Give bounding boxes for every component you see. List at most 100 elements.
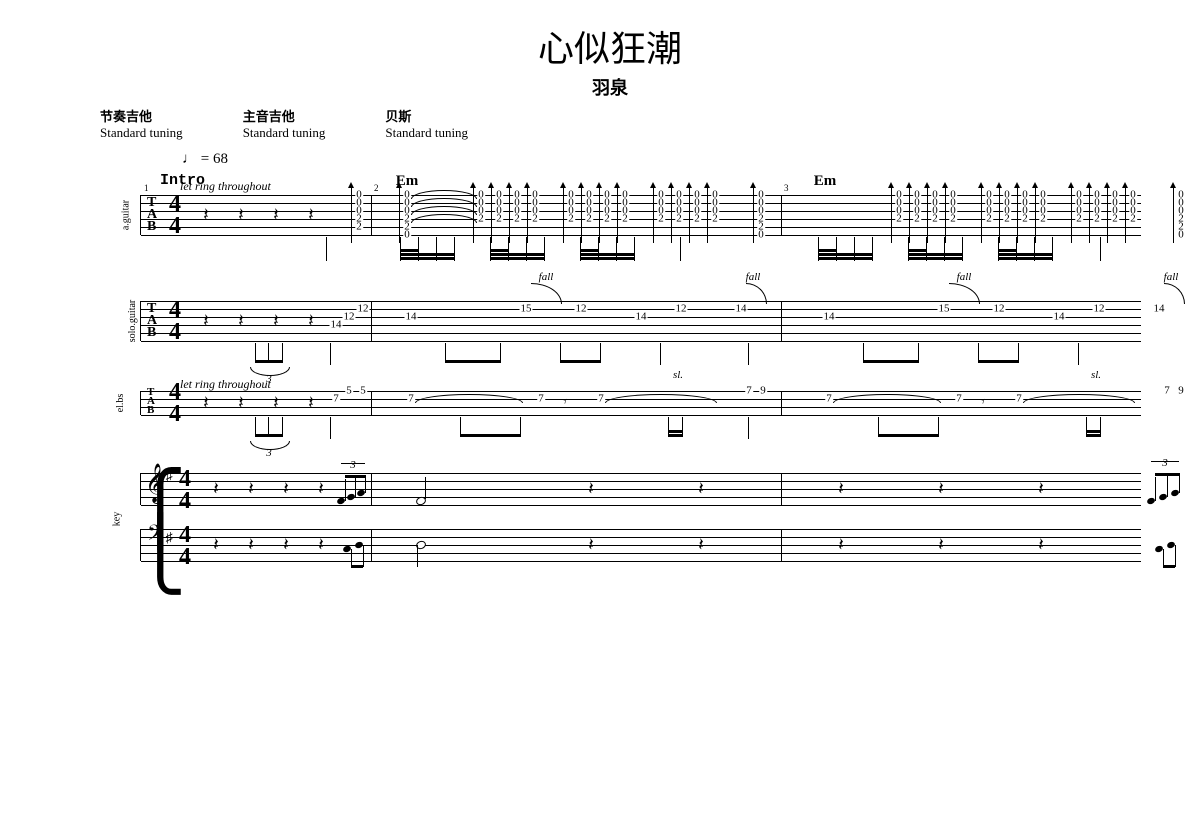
instr-label-cn: 贝斯 [385,106,468,125]
fret-number: 12 [343,312,356,323]
strum-up-icon [581,187,582,243]
strum-up-icon [945,187,946,243]
sharp-icon: ♯ [166,531,173,547]
fret-number: 7 [537,394,545,405]
fret-number: 2 [603,214,611,225]
fret-number: 2 [495,214,503,225]
strum-up-icon [981,187,982,243]
strum-up-icon [909,187,910,243]
quarter-rest-icon: 𝄽 [283,479,289,500]
fret-number: 7 [1163,386,1171,397]
slide-label: sl. [1091,369,1101,381]
fret-number: 2 [621,214,629,225]
fret-number: 2 [477,214,485,225]
fall-curve [949,283,980,304]
fret-number: 12 [993,304,1006,315]
strum-up-icon [653,187,654,243]
bar-number: 2 [374,183,379,193]
strum-up-icon [617,187,618,243]
tab-staff: a.guitar TAB 44 2 3 𝄽 𝄽 𝄽 𝄽 0 0 [140,195,1140,235]
fret-number: 0 [1177,230,1185,241]
strum-up-icon [473,187,474,243]
tab-clef: TAB [147,388,155,415]
strum-up-icon [707,187,708,243]
staff-label: a.guitar [121,200,132,230]
instr-label-cn: 主音吉他 [243,106,326,125]
tab-clef: TAB [147,197,157,233]
fret-number: 7 [407,394,415,405]
fret-number: 2 [675,214,683,225]
beam-area: 3 [60,343,1160,371]
fret-number: 2 [1039,214,1047,225]
staff-label: solo.guitar [127,300,138,343]
quarter-rest-icon: 𝄽 [308,311,314,332]
tie-arc [1023,394,1135,403]
strum-up-icon [753,187,754,243]
fall-label: fall [957,271,972,283]
strum-up-icon [1125,187,1126,243]
song-title: 心似狂潮 [60,20,1160,72]
let-ring-direction: let ring throughout [180,179,271,194]
bass-clef-icon: 𝄢 [147,523,164,549]
quarter-rest-icon: 𝄽 [213,479,219,500]
fret-number: 2 [913,214,921,225]
instr-rhythm: 节奏吉他 Standard tuning [100,106,183,141]
chord-em: Em [814,173,837,190]
fret-number: 2 [985,214,993,225]
quarter-note-icon: ♩ [182,151,197,167]
fret-number: 12 [357,304,370,315]
beam-area: 3 [60,417,1160,445]
fall-curve [531,283,562,304]
tempo-marking: ♩ = 68 [182,151,1160,168]
tuplet-3: 3 [350,459,356,471]
fret-number: 7 [825,394,833,405]
fret-number: 5 [359,386,367,397]
quarter-rest-icon: 𝄽 [283,535,289,556]
strum-up-icon [563,187,564,243]
tie-arc [833,394,941,403]
quarter-rest-icon: 𝄽 [238,393,244,414]
track-solo-guitar: solo.guitar TAB 44 𝄽 𝄽 𝄽 𝄽 14 12 12 14 1 [60,301,1160,341]
quarter-rest-icon: 𝄽 [203,311,209,332]
strum-up-icon [399,187,400,243]
fret-number: 2 [1111,214,1119,225]
fret-number: 12 [1093,304,1106,315]
strum-up-icon [671,187,672,243]
treble-staff: 𝄞 ♯ 44 𝄽 𝄽 𝄽 𝄽 3 𝄽 [140,473,1140,505]
fret-number: 14 [735,304,748,315]
fret-number: 2 [1093,214,1101,225]
time-signature: 44 [169,193,181,237]
strum-up-icon [1035,187,1036,243]
fret-number: 7 [955,394,963,405]
instrument-tunings: 节奏吉他 Standard tuning 主音吉他 Standard tunin… [100,106,1160,141]
tab-clef: TAB [147,303,157,339]
fret-number: 15 [520,304,533,315]
fret-number: 7 [745,386,753,397]
eighth-rest-icon: 𝄾 [563,395,567,411]
fret-number: 9 [1177,386,1185,397]
quarter-rest-icon: 𝄽 [273,311,279,332]
strum-up-icon [891,187,892,243]
bar-number: 1 [144,183,149,193]
tab-staff: solo.guitar TAB 44 𝄽 𝄽 𝄽 𝄽 14 12 12 14 1 [140,301,1140,341]
quarter-rest-icon: 𝄽 [238,311,244,332]
bass-staff: 𝄢 ♯ 44 𝄽 𝄽 𝄽 𝄽 𝄽 𝄽 𝄽 𝄽 𝄽 [140,529,1140,561]
tab-staff: el.bs TAB 44 𝄽 𝄽 𝄽 𝄽 7 5 5 7 [140,391,1140,415]
quarter-rest-icon: 𝄽 [588,479,594,500]
strum-up-icon [1017,187,1018,243]
tie-arc [411,214,477,223]
fall-curve [746,283,767,304]
fret-number: 14 [1053,312,1066,323]
instr-bass: 贝斯 Standard tuning [385,106,468,141]
fret-number: 14 [1153,304,1166,315]
strum-up-icon [509,187,510,243]
fret-number: 14 [823,312,836,323]
fret-number: 2 [355,222,363,233]
quarter-rest-icon: 𝄽 [1038,479,1044,500]
quarter-rest-icon: 𝄽 [838,479,844,500]
fret-number: 7 [597,394,605,405]
tie-arc [605,394,717,403]
tie-arc [415,394,523,403]
fret-number: 2 [949,214,957,225]
quarter-rest-icon: 𝄽 [203,205,209,226]
